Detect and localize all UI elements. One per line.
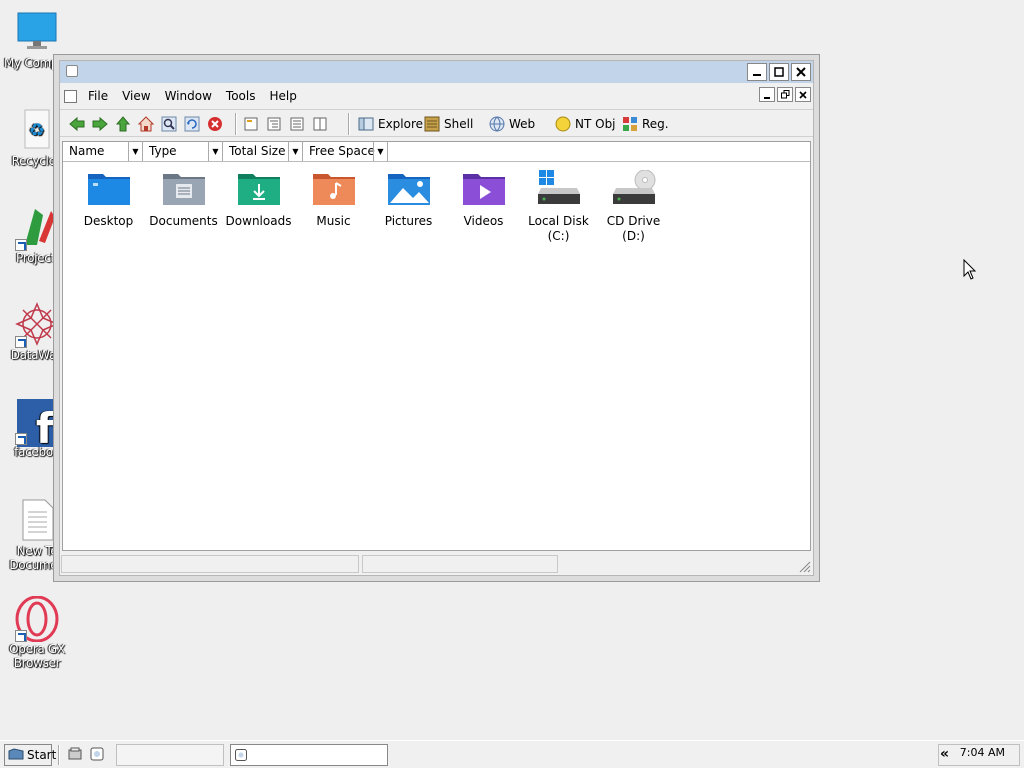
- menu-file[interactable]: File: [88, 89, 108, 103]
- child-close-button[interactable]: [795, 87, 811, 102]
- view-large-icons-icon[interactable]: [242, 115, 260, 133]
- desktop-icon-opera-gx[interactable]: Opera GX Browser: [0, 595, 74, 670]
- registry-icon: [622, 116, 638, 132]
- explorer-window[interactable]: File View Window Tools Help Explore Shel…: [53, 54, 820, 582]
- cd-drive-icon: [612, 169, 656, 206]
- document-menu-icon[interactable]: [64, 90, 77, 103]
- menu-tools[interactable]: Tools: [226, 89, 256, 103]
- shortcut-arrow-icon: [15, 239, 27, 251]
- column-dropdown-icon[interactable]: ▼: [288, 142, 302, 161]
- monitor-icon: [15, 10, 59, 54]
- folder-pictures-icon: [387, 170, 431, 206]
- child-minimize-button[interactable]: [759, 87, 775, 102]
- window-task-icon: [235, 749, 247, 764]
- column-total-size[interactable]: Total Size ▼: [223, 142, 303, 161]
- nt-obj-button[interactable]: NT Obj: [555, 114, 616, 134]
- stop-icon[interactable]: [206, 115, 224, 133]
- column-name[interactable]: Name ▼: [63, 142, 143, 161]
- status-panel-right: [362, 555, 558, 573]
- drive-local-disk-c[interactable]: Local Disk (C:): [521, 170, 596, 244]
- nt-object-icon: [555, 116, 571, 132]
- shortcut-arrow-icon: [15, 433, 27, 445]
- up-icon[interactable]: [114, 115, 132, 133]
- opera-gx-icon: [15, 595, 59, 643]
- hard-drive-icon: [537, 170, 581, 206]
- svg-text:♻: ♻: [29, 120, 45, 141]
- folder-downloads-icon: [237, 170, 281, 206]
- start-button[interactable]: Start: [4, 744, 56, 766]
- taskbar-window-button[interactable]: [230, 744, 388, 766]
- svg-text:f: f: [36, 404, 55, 447]
- column-free-space[interactable]: Free Space ▼: [303, 142, 388, 161]
- column-dropdown-icon[interactable]: ▼: [128, 142, 142, 161]
- folder-desktop-icon: [87, 170, 131, 206]
- status-bar: [60, 553, 813, 575]
- clock[interactable]: 7:04 AM: [938, 744, 1020, 766]
- mouse-cursor-icon: [963, 258, 977, 281]
- status-panel-left: [61, 555, 359, 573]
- folder-downloads[interactable]: Downloads: [221, 170, 296, 244]
- start-icon: [8, 747, 24, 763]
- shell-button[interactable]: Shell: [424, 114, 473, 134]
- explore-button[interactable]: Explore: [358, 114, 423, 134]
- window-quick-icon[interactable]: [90, 747, 104, 761]
- child-restore-button[interactable]: [777, 87, 793, 102]
- shell-icon: [424, 116, 440, 132]
- taskbar-slot[interactable]: [116, 744, 224, 766]
- taskbar: Start « 7:04 AM: [0, 740, 1024, 768]
- home-icon[interactable]: [137, 115, 155, 133]
- folder-documents[interactable]: Documents: [146, 170, 221, 244]
- explorer-quick-icon[interactable]: [68, 747, 82, 761]
- window-frame: File View Window Tools Help Explore Shel…: [59, 60, 814, 576]
- globe-icon: [489, 116, 505, 132]
- folder-documents-icon: [162, 170, 206, 206]
- close-button[interactable]: [791, 63, 811, 81]
- folder-pictures[interactable]: Pictures: [371, 170, 446, 244]
- folder-music-icon: [312, 170, 356, 206]
- shortcut-arrow-icon: [15, 630, 27, 642]
- items-grid: Desktop Documents Downloads Music Pictur…: [71, 169, 671, 244]
- refresh-icon[interactable]: [183, 115, 201, 133]
- folder-videos-icon: [462, 170, 506, 206]
- resize-grip-icon[interactable]: [799, 561, 811, 573]
- menu-window[interactable]: Window: [165, 89, 212, 103]
- column-dropdown-icon[interactable]: ▼: [373, 142, 387, 161]
- shortcut-arrow-icon: [15, 336, 27, 348]
- column-header: Name ▼ Type ▼ Total Size ▼ Free Space ▼: [63, 142, 810, 162]
- menu-view[interactable]: View: [122, 89, 150, 103]
- file-list-view[interactable]: Name ▼ Type ▼ Total Size ▼ Free Space ▼ Desk…: [62, 141, 811, 551]
- forward-icon[interactable]: [91, 115, 109, 133]
- folder-music[interactable]: Music: [296, 170, 371, 244]
- child-window-controls: [759, 87, 811, 102]
- column-type[interactable]: Type ▼: [143, 142, 223, 161]
- folder-desktop[interactable]: Desktop: [71, 170, 146, 244]
- window-icon: [66, 65, 78, 77]
- back-icon[interactable]: [68, 115, 86, 133]
- minimize-button[interactable]: [747, 63, 767, 81]
- menu-help[interactable]: Help: [269, 89, 296, 103]
- registry-button[interactable]: Reg.: [622, 114, 669, 134]
- maximize-button[interactable]: [769, 63, 789, 81]
- web-button[interactable]: Web: [489, 114, 535, 134]
- view-list-icon[interactable]: [288, 115, 306, 133]
- explore-icon: [358, 116, 374, 132]
- window-controls: [747, 63, 811, 81]
- quick-launch: [68, 747, 104, 761]
- menu-bar: File View Window Tools Help: [60, 85, 813, 107]
- folder-videos[interactable]: Videos: [446, 170, 521, 244]
- search-icon[interactable]: [160, 115, 178, 133]
- toolbar: Explore Shell Web NT Obj Reg.: [60, 109, 813, 137]
- drive-cd-d[interactable]: CD Drive (D:): [596, 169, 671, 244]
- column-dropdown-icon[interactable]: ▼: [208, 142, 222, 161]
- view-details-icon[interactable]: [311, 115, 329, 133]
- title-bar[interactable]: [60, 61, 813, 83]
- view-small-icons-icon[interactable]: [265, 115, 283, 133]
